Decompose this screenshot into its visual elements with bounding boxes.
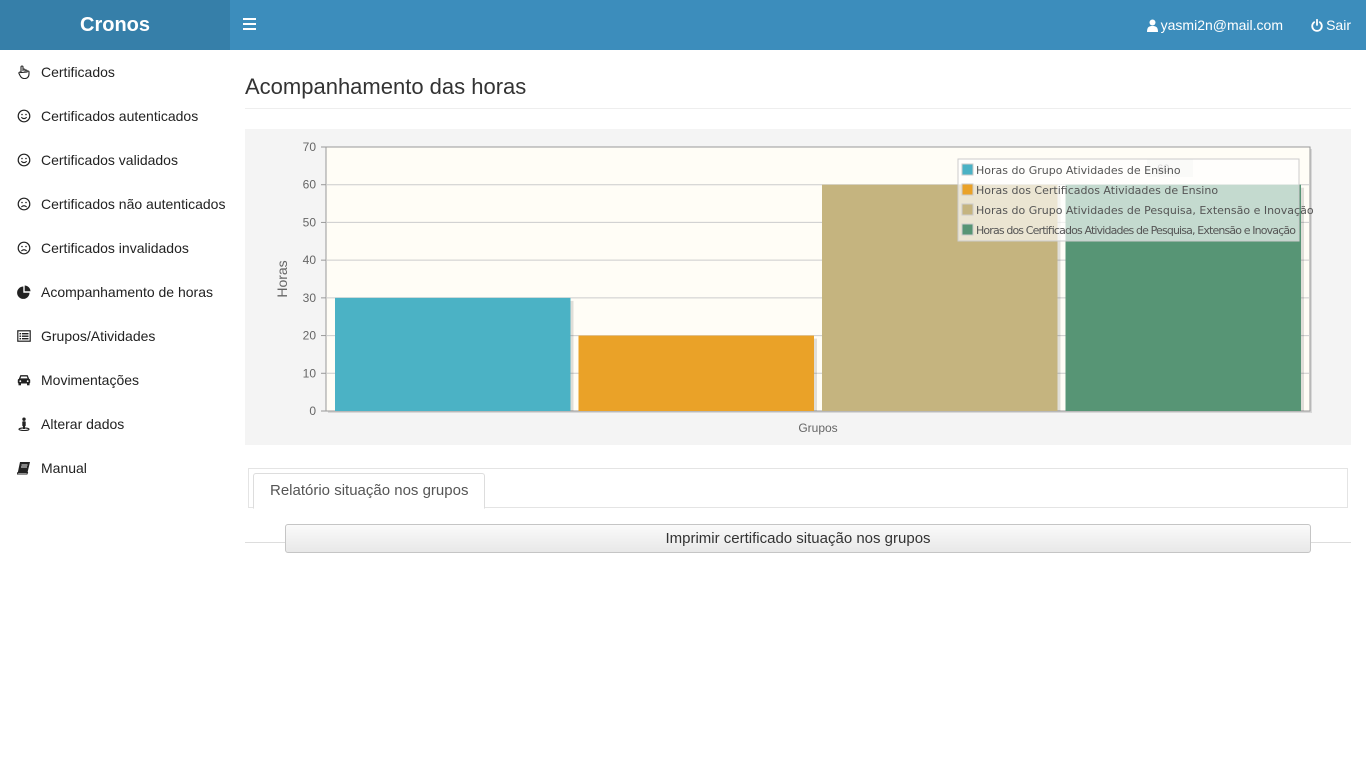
sidebar-item-label: Certificados não autenticados <box>41 196 226 212</box>
sidebar-item-label: Grupos/Atividades <box>41 328 156 344</box>
sidebar-item-movimentacoes[interactable]: Movimentações <box>0 358 230 402</box>
tabs-bar: Relatório situação nos grupos <box>248 468 1348 509</box>
legend-label: Horas do Grupo Atividades de Pesquisa, E… <box>976 204 1314 217</box>
car-icon <box>17 375 31 386</box>
sidebar-item-grupos-atividades[interactable]: Grupos/Atividades <box>0 314 230 358</box>
y-tick-label: 30 <box>303 291 317 305</box>
sidebar-item-acompanhamento-de-horas[interactable]: Acompanhamento de horas <box>0 270 230 314</box>
sidebar-item-label: Certificados <box>41 64 115 80</box>
user-icon <box>1146 19 1158 32</box>
tab-relatorio-situacao[interactable]: Relatório situação nos grupos <box>253 473 486 509</box>
app-brand[interactable]: Cronos <box>0 0 230 50</box>
page-title: Acompanhamento das horas <box>245 74 527 99</box>
y-tick-label: 60 <box>303 178 317 192</box>
y-tick-label: 70 <box>303 140 317 154</box>
x-axis-label: Grupos <box>798 421 837 435</box>
sidebar-item-certificados-invalidados[interactable]: Certificados invalidados <box>0 226 230 270</box>
sidebar-item-label: Acompanhamento de horas <box>41 284 213 300</box>
legend-swatch <box>961 203 974 216</box>
y-tick-label: 10 <box>303 366 317 380</box>
frown-icon <box>17 241 31 255</box>
logout-label: Sair <box>1326 17 1351 33</box>
y-tick-label: 40 <box>303 253 317 267</box>
legend-label: Horas dos Certificados Atividades de Pes… <box>976 224 1296 237</box>
legend-label: Horas dos Certificados Atividades de Ens… <box>976 184 1218 197</box>
chart-panel: 010203040506070GruposHoras, 60Horas do G… <box>245 129 1351 445</box>
logout-button[interactable]: Sair <box>1311 0 1351 50</box>
smile-icon <box>17 153 31 167</box>
y-tick-label: 0 <box>309 404 316 418</box>
sidebar-item-manual[interactable]: Manual <box>0 446 230 490</box>
user-menu[interactable]: yasmi2n@mail.com <box>1146 0 1283 50</box>
sidebar-item-certificados-nao-autenticados[interactable]: Certificados não autenticados <box>0 182 230 226</box>
sidebar-item-label: Alterar dados <box>41 416 125 432</box>
frown-icon <box>17 197 31 211</box>
sidebar-item-label: Certificados autenticados <box>41 108 199 124</box>
sidebar-item-alterar-dados[interactable]: Alterar dados <box>0 402 230 446</box>
print-certificate-button[interactable]: Imprimir certificado situação nos grupos <box>285 524 1311 553</box>
menu-toggle-icon[interactable] <box>243 15 259 35</box>
street-view-icon <box>18 417 30 431</box>
y-tick-label: 20 <box>303 329 317 343</box>
sidebar-item-label: Certificados validados <box>41 152 178 168</box>
sidebar-item-label: Movimentações <box>41 372 140 388</box>
legend-swatch <box>961 223 974 236</box>
sidebar-item-certificados-validados[interactable]: Certificados validados <box>0 138 230 182</box>
pie-chart-icon <box>17 285 31 299</box>
hours-bar-chart: 010203040506070GruposHoras, 60Horas do G… <box>274 140 1314 435</box>
sidebar-item-certificados[interactable]: Certificados <box>0 50 230 94</box>
sidebar-item-label: Manual <box>41 460 87 476</box>
sidebar-item-certificados-autenticados[interactable]: Certificados autenticados <box>0 94 230 138</box>
user-email: yasmi2n@mail.com <box>1160 17 1283 33</box>
sidebar-item-label: Certificados invalidados <box>41 240 189 256</box>
top-navbar: Cronos yasmi2n@mail.com Sair <box>0 0 1366 50</box>
sidebar: Certificados Certificados autenticados C… <box>0 50 230 768</box>
list-alt-icon <box>17 330 31 342</box>
bar <box>335 297 571 411</box>
bar <box>578 335 814 411</box>
book-icon <box>17 462 30 475</box>
smile-icon <box>17 109 31 123</box>
y-tick-label: 50 <box>303 215 317 229</box>
legend-swatch <box>961 183 974 196</box>
legend-swatch <box>961 163 974 176</box>
y-axis-label: Horas <box>274 260 290 297</box>
power-icon <box>1311 19 1323 32</box>
hand-pointer-icon <box>18 65 30 79</box>
title-divider <box>245 108 1351 109</box>
legend-label: Horas do Grupo Atividades de Ensino <box>976 164 1181 177</box>
